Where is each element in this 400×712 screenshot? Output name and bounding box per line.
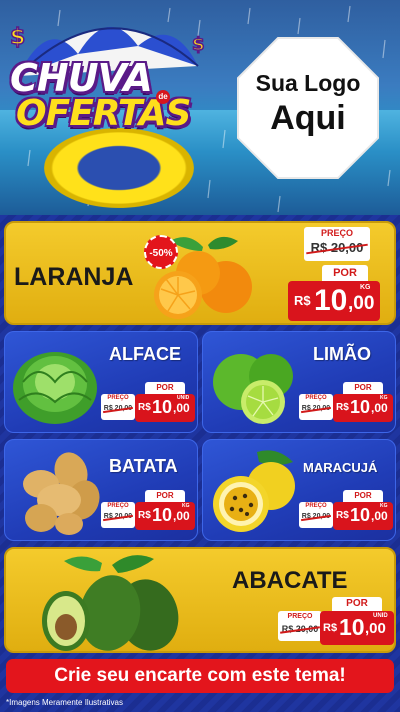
old-price: R$ 20,00: [101, 511, 135, 523]
title-line-2: OFERTAS: [16, 93, 191, 134]
por-label: POR: [343, 382, 383, 394]
por-label: POR: [145, 382, 185, 394]
old-price-label: PREÇO: [107, 503, 129, 509]
product-name: MARACUJÁ: [303, 460, 378, 475]
price-unit: KG: [360, 284, 371, 291]
product-card-laranja: LARANJA -50% PREÇO R$ 20,00 POR R$ 10 ,0…: [4, 221, 396, 325]
product-name: ABACATE: [232, 567, 348, 594]
price-unit: UNID: [177, 395, 190, 401]
product-card-abacate: ABACATE POR PREÇO R$ 20,00 R$ 10 ,00 UNI…: [4, 547, 396, 653]
product-card-maracuja: MARACUJÁ POR PREÇO R$ 20,00 R$ 10 ,00 KG: [202, 439, 396, 541]
old-price: R$ 20,00: [101, 403, 135, 415]
logo-placeholder: Sua Logo Aqui: [236, 36, 380, 180]
avocado-icon: [42, 555, 179, 651]
product-card-limao: LIMÃO POR PREÇO R$ 20,00 R$ 10 ,00 KG: [202, 331, 396, 433]
old-price: R$ 20,00: [304, 239, 370, 257]
product-card-alface: ALFACE POR PREÇO R$ 20,00 R$ 10 ,00 UNID: [4, 331, 198, 433]
price-box: R$ 10 ,00 KG: [288, 281, 380, 321]
old-price-label: PREÇO: [287, 613, 313, 620]
old-price-box: PREÇO R$ 20,00: [299, 394, 333, 420]
currency: R$: [336, 510, 349, 521]
price-box: R$ 10 ,00 KG: [333, 394, 393, 422]
old-price-label: PREÇO: [305, 395, 327, 401]
old-price-box: PREÇO R$ 20,00: [278, 611, 322, 641]
price-unit: KG: [182, 503, 190, 509]
lime-icon: [213, 354, 293, 424]
old-price-label: PREÇO: [305, 503, 327, 509]
price-tag: POR PREÇO R$ 20,00 R$ 10 ,00 KG: [299, 382, 395, 430]
create-flyer-button[interactable]: Crie seu encarte com este tema!: [6, 659, 394, 693]
title-de: de: [156, 90, 170, 104]
currency: R$: [138, 510, 151, 521]
price-unit: KG: [380, 395, 388, 401]
price-decimal: ,00: [365, 620, 386, 637]
potato-icon: [23, 452, 100, 535]
old-price: R$ 20,00: [278, 622, 322, 636]
logo-line-2: Aqui: [270, 99, 346, 137]
price-box: R$ 10 ,00 KG: [135, 502, 195, 530]
header-banner: $ $ CHUVA OFERTAS de Sua Logo Aqui: [0, 0, 400, 215]
price-box: R$ 10 ,00 UNID: [135, 394, 195, 422]
product-name: BATATA: [109, 456, 178, 476]
offers-area: LARANJA -50% PREÇO R$ 20,00 POR R$ 10 ,0…: [0, 215, 400, 712]
title-line-1: CHUVA: [10, 56, 153, 100]
passion-fruit-icon: [213, 450, 295, 532]
price-box: R$ 10 ,00 KG: [333, 502, 393, 530]
old-price-label: PREÇO: [320, 228, 353, 238]
price-decimal: ,00: [173, 401, 190, 415]
price-decimal: ,00: [173, 509, 190, 523]
old-price-box: PREÇO R$ 20,00: [304, 227, 370, 261]
price-decimal: ,00: [348, 293, 375, 314]
product-name: LARANJA: [14, 263, 134, 291]
campaign-title: CHUVA OFERTAS de: [10, 56, 210, 134]
price-integer: 10: [339, 614, 365, 640]
logo-line-1: Sua Logo: [255, 70, 361, 96]
product-card-batata: BATATA POR PREÇO R$ 20,00 R$ 10 ,00 KG: [4, 439, 198, 541]
old-price-box: PREÇO R$ 20,00: [299, 502, 333, 528]
old-price-label: PREÇO: [107, 395, 129, 401]
svg-text:$: $: [192, 34, 205, 55]
old-price: R$ 20,00: [299, 511, 333, 523]
discount-badge: -50%: [144, 235, 178, 269]
price-decimal: ,00: [371, 401, 388, 415]
price-unit: KG: [380, 503, 388, 509]
lettuce-icon: [13, 352, 97, 424]
price-tag: POR PREÇO R$ 20,00 R$ 10 ,00 UNID: [101, 382, 197, 430]
price-decimal: ,00: [371, 509, 388, 523]
por-label: POR: [343, 490, 383, 502]
svg-text:$: $: [10, 25, 25, 50]
por-label: POR: [322, 265, 368, 281]
currency: R$: [294, 293, 311, 308]
por-label: POR: [145, 490, 185, 502]
price-integer: 10: [314, 284, 348, 317]
price-integer: 10: [152, 397, 173, 417]
por-label: POR: [332, 597, 382, 611]
price-tag: PREÇO R$ 20,00 POR R$ 10 ,00 KG: [288, 227, 388, 323]
price-tag: POR PREÇO R$ 20,00 R$ 10 ,00 KG: [101, 490, 197, 538]
product-name: LIMÃO: [313, 344, 371, 364]
price-integer: 10: [152, 505, 173, 525]
float-ring: [44, 128, 194, 208]
price-box: R$ 10 ,00 UNID: [320, 611, 394, 645]
product-name: ALFACE: [109, 344, 181, 364]
price-tag: POR PREÇO R$ 20,00 R$ 10 ,00 KG: [299, 490, 395, 538]
currency: R$: [138, 402, 151, 413]
old-price: R$ 20,00: [299, 403, 333, 415]
currency: R$: [323, 622, 338, 634]
price-tag: POR PREÇO R$ 20,00 R$ 10 ,00 UNID: [278, 597, 394, 651]
old-price-box: PREÇO R$ 20,00: [101, 394, 135, 420]
price-integer: 10: [350, 505, 371, 525]
disclaimer-text: *Imagens Meramente Ilustrativas: [6, 698, 123, 707]
price-unit: UNID: [373, 613, 388, 619]
currency: R$: [336, 402, 349, 413]
price-integer: 10: [350, 397, 371, 417]
old-price-box: PREÇO R$ 20,00: [101, 502, 135, 528]
